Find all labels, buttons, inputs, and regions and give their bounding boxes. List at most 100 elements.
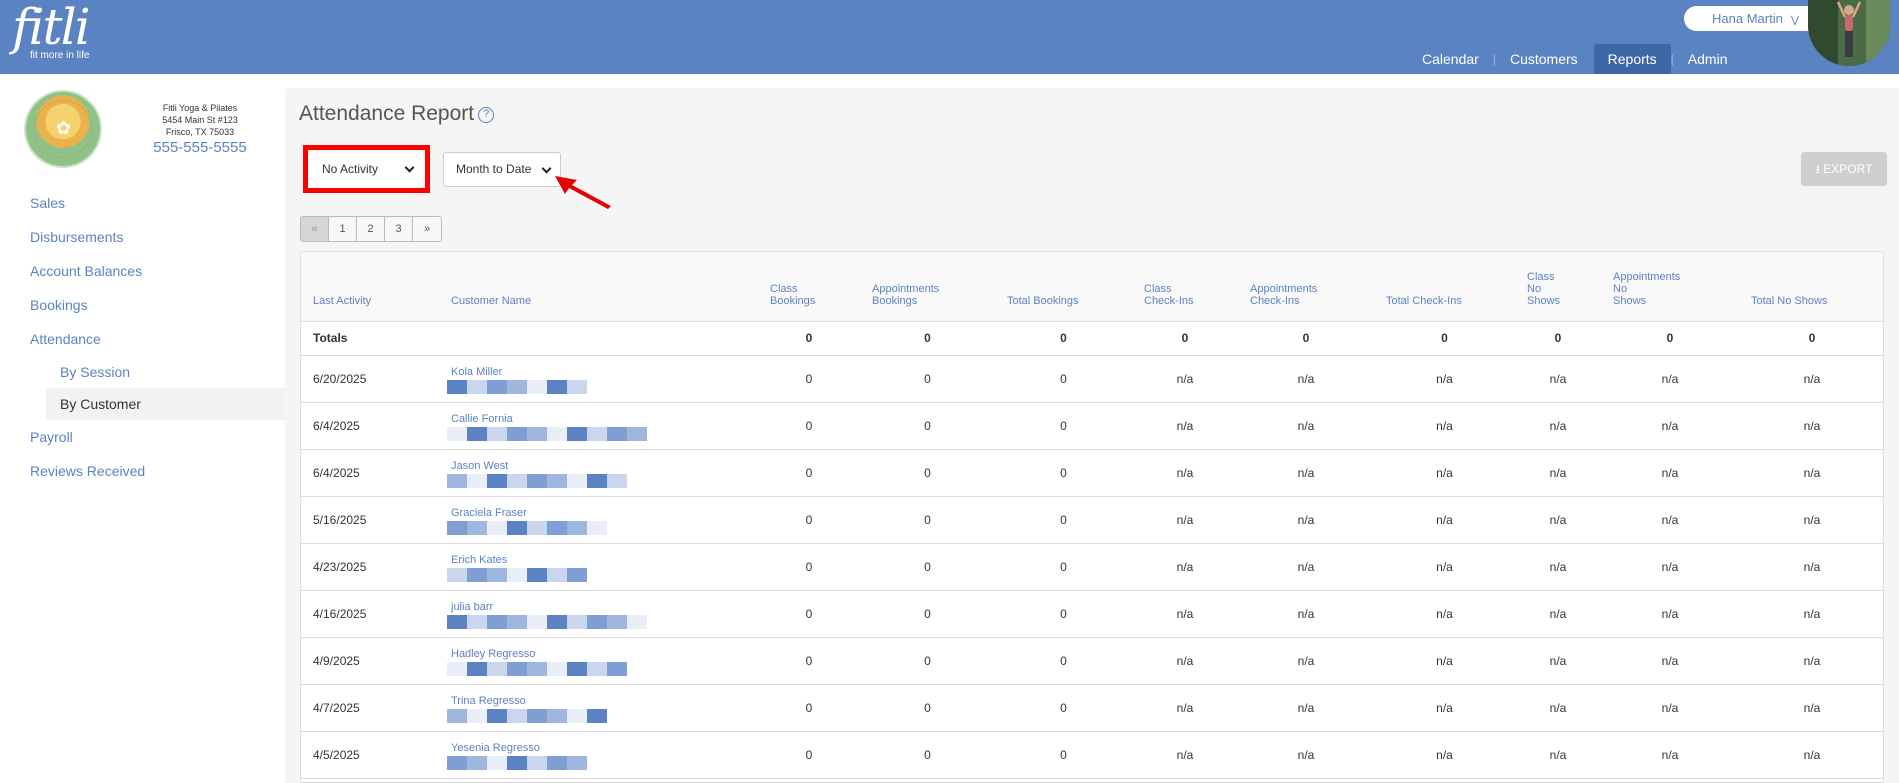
redaction-block xyxy=(587,426,607,441)
customer-link[interactable]: Erich Kates xyxy=(451,554,758,566)
redaction-block xyxy=(447,755,467,770)
redacted-contact-info xyxy=(447,520,607,535)
sidebar-item-payroll[interactable]: Payroll xyxy=(0,420,285,454)
col-class-noshows[interactable]: Class No Shows xyxy=(1515,252,1601,322)
last-activity-cell: 6/4/2025 xyxy=(301,402,439,450)
nav-calendar[interactable]: Calendar xyxy=(1408,44,1493,74)
redaction-block xyxy=(507,520,527,535)
sidebar-item-sales[interactable]: Sales xyxy=(0,186,285,220)
col-total-noshows[interactable]: Total No Shows xyxy=(1739,252,1883,322)
metric-cell: 0 xyxy=(860,590,995,638)
table-row[interactable]: 4/16/2025 julia barr 0 0 0 n/a n/a n/a n/a n/a n/a xyxy=(301,590,1883,638)
report-content: Attendance Report? No Activity Month to … xyxy=(285,88,1899,783)
table-row[interactable]: 4/9/2025 Hadley Regresso 0 0 0 n/a n/a n/a n/a n/… xyxy=(301,637,1883,685)
period-filter-select[interactable]: Month to Date xyxy=(443,152,561,187)
redaction-block xyxy=(467,473,487,488)
redaction-block xyxy=(447,426,467,441)
customer-link[interactable]: julia barr xyxy=(451,601,758,613)
sidebar-item-disbursements[interactable]: Disbursements xyxy=(0,220,285,254)
col-appointments-noshows[interactable]: Appointments No Shows xyxy=(1601,252,1739,322)
customer-link[interactable]: Kola Miller xyxy=(451,366,758,378)
chevron-down-icon: ⋁ xyxy=(1790,15,1800,26)
sidebar-item-by-customer[interactable]: By Customer xyxy=(46,388,285,420)
sidebar-item-by-session[interactable]: By Session xyxy=(0,356,285,388)
redaction-block xyxy=(507,473,527,488)
page-1-button[interactable]: 1 xyxy=(329,217,357,241)
customer-name-cell: Callie Fornia xyxy=(439,402,758,450)
metric-cell: n/a xyxy=(1739,684,1883,732)
page-prev-button[interactable]: « xyxy=(301,217,329,241)
metric-cell: n/a xyxy=(1132,402,1238,450)
download-icon: ⭳ xyxy=(1815,162,1820,176)
nav-reports[interactable]: Reports xyxy=(1593,44,1671,74)
fitli-logo[interactable]: fitli fit more in life xyxy=(12,0,91,61)
metric-cell: n/a xyxy=(1601,402,1739,450)
redaction-block xyxy=(567,473,587,488)
table-row[interactable]: 5/16/2025 Graciela Fraser 0 0 0 n/a n/a n/a n/a n… xyxy=(301,496,1883,544)
redaction-block xyxy=(607,473,627,488)
redaction-block xyxy=(507,661,527,676)
col-class-checkins[interactable]: Class Check-Ins xyxy=(1132,252,1238,322)
table-row[interactable]: 4/23/2025 Erich Kates 0 0 0 n/a n/a n/a n/a n/a n/… xyxy=(301,543,1883,591)
nav-admin[interactable]: Admin xyxy=(1674,44,1742,74)
metric-cell: n/a xyxy=(1374,637,1515,685)
redaction-block xyxy=(467,755,487,770)
totals-cell: 0 xyxy=(1739,321,1883,356)
redaction-block xyxy=(547,426,567,441)
col-last-activity[interactable]: Last Activity xyxy=(301,252,439,322)
col-appointments-bookings[interactable]: Appointments Bookings xyxy=(860,252,995,322)
header-line: Bookings xyxy=(872,294,918,307)
user-avatar[interactable] xyxy=(1808,0,1890,66)
export-button[interactable]: ⭳ EXPORT xyxy=(1801,152,1887,186)
col-total-bookings[interactable]: Total Bookings xyxy=(995,252,1132,322)
table-row[interactable]: 4/7/2025 Trina Regresso 0 0 0 n/a n/a n/a n/a n/a… xyxy=(301,684,1883,732)
sidebar-item-attendance[interactable]: Attendance xyxy=(0,322,285,356)
metric-cell: n/a xyxy=(1515,402,1601,450)
redaction-block xyxy=(467,379,487,394)
sidebar-item-reviews-received[interactable]: Reviews Received xyxy=(0,454,285,488)
customer-link[interactable]: Graciela Fraser xyxy=(451,507,758,519)
redaction-block xyxy=(587,661,607,676)
customer-link[interactable]: Jason West xyxy=(451,460,758,472)
redaction-block xyxy=(527,755,547,770)
studio-info: Fitli Yoga & Pilates 5454 Main St #123 F… xyxy=(140,102,260,155)
metric-cell: 0 xyxy=(758,449,860,497)
page-3-button[interactable]: 3 xyxy=(385,217,413,241)
col-appointments-checkins[interactable]: Appointments Check-Ins xyxy=(1238,252,1374,322)
customer-link[interactable]: Trina Regresso xyxy=(451,695,758,707)
redaction-block xyxy=(627,614,647,629)
customer-link[interactable]: Callie Fornia xyxy=(451,413,758,425)
metric-cell: 0 xyxy=(860,731,995,779)
table-row[interactable]: 6/4/2025 Callie Fornia 0 0 0 n/a n/a n/a n/a n/a n… xyxy=(301,402,1883,450)
totals-cell: 0 xyxy=(995,321,1132,356)
redaction-block xyxy=(567,379,587,394)
redaction-block xyxy=(487,708,507,723)
nav-customers[interactable]: Customers xyxy=(1496,44,1592,74)
studio-phone[interactable]: 555-555-5555 xyxy=(140,140,260,155)
page-2-button[interactable]: 2 xyxy=(357,217,385,241)
table-row[interactable]: 6/20/2025 Kola Miller 0 0 0 n/a n/a n/a n/a n/a n/… xyxy=(301,355,1883,403)
metric-cell: 0 xyxy=(758,355,860,403)
sidebar-item-bookings[interactable]: Bookings xyxy=(0,288,285,322)
customer-link[interactable]: Yesenia Regresso xyxy=(451,742,758,754)
activity-filter-select[interactable]: No Activity xyxy=(309,151,424,187)
customer-name-cell: julia barr xyxy=(439,590,758,638)
totals-cell: 0 xyxy=(1515,321,1601,356)
redaction-block xyxy=(487,379,507,394)
col-class-bookings[interactable]: Class Bookings xyxy=(758,252,860,322)
table-row[interactable]: 4/5/2025 Yesenia Regresso 0 0 0 n/a n/a n/a n/a n… xyxy=(301,731,1883,779)
sidebar-item-account-balances[interactable]: Account Balances xyxy=(0,254,285,288)
page-next-button[interactable]: » xyxy=(413,217,441,241)
redacted-contact-info xyxy=(447,614,647,629)
col-total-checkins[interactable]: Total Check-Ins xyxy=(1374,252,1515,322)
customer-link[interactable]: Hadley Regresso xyxy=(451,648,758,660)
table-row[interactable]: 6/4/2025 Jason West 0 0 0 n/a n/a n/a n/a n/a n/a xyxy=(301,449,1883,497)
help-icon[interactable]: ? xyxy=(478,107,495,123)
redaction-block xyxy=(547,520,567,535)
metric-cell: 0 xyxy=(860,496,995,544)
redacted-contact-info xyxy=(447,755,587,770)
user-name: Hana Martin xyxy=(1712,11,1783,26)
totals-cell: 0 xyxy=(1374,321,1515,356)
redaction-block xyxy=(447,473,467,488)
col-customer-name[interactable]: Customer Name xyxy=(439,252,758,322)
